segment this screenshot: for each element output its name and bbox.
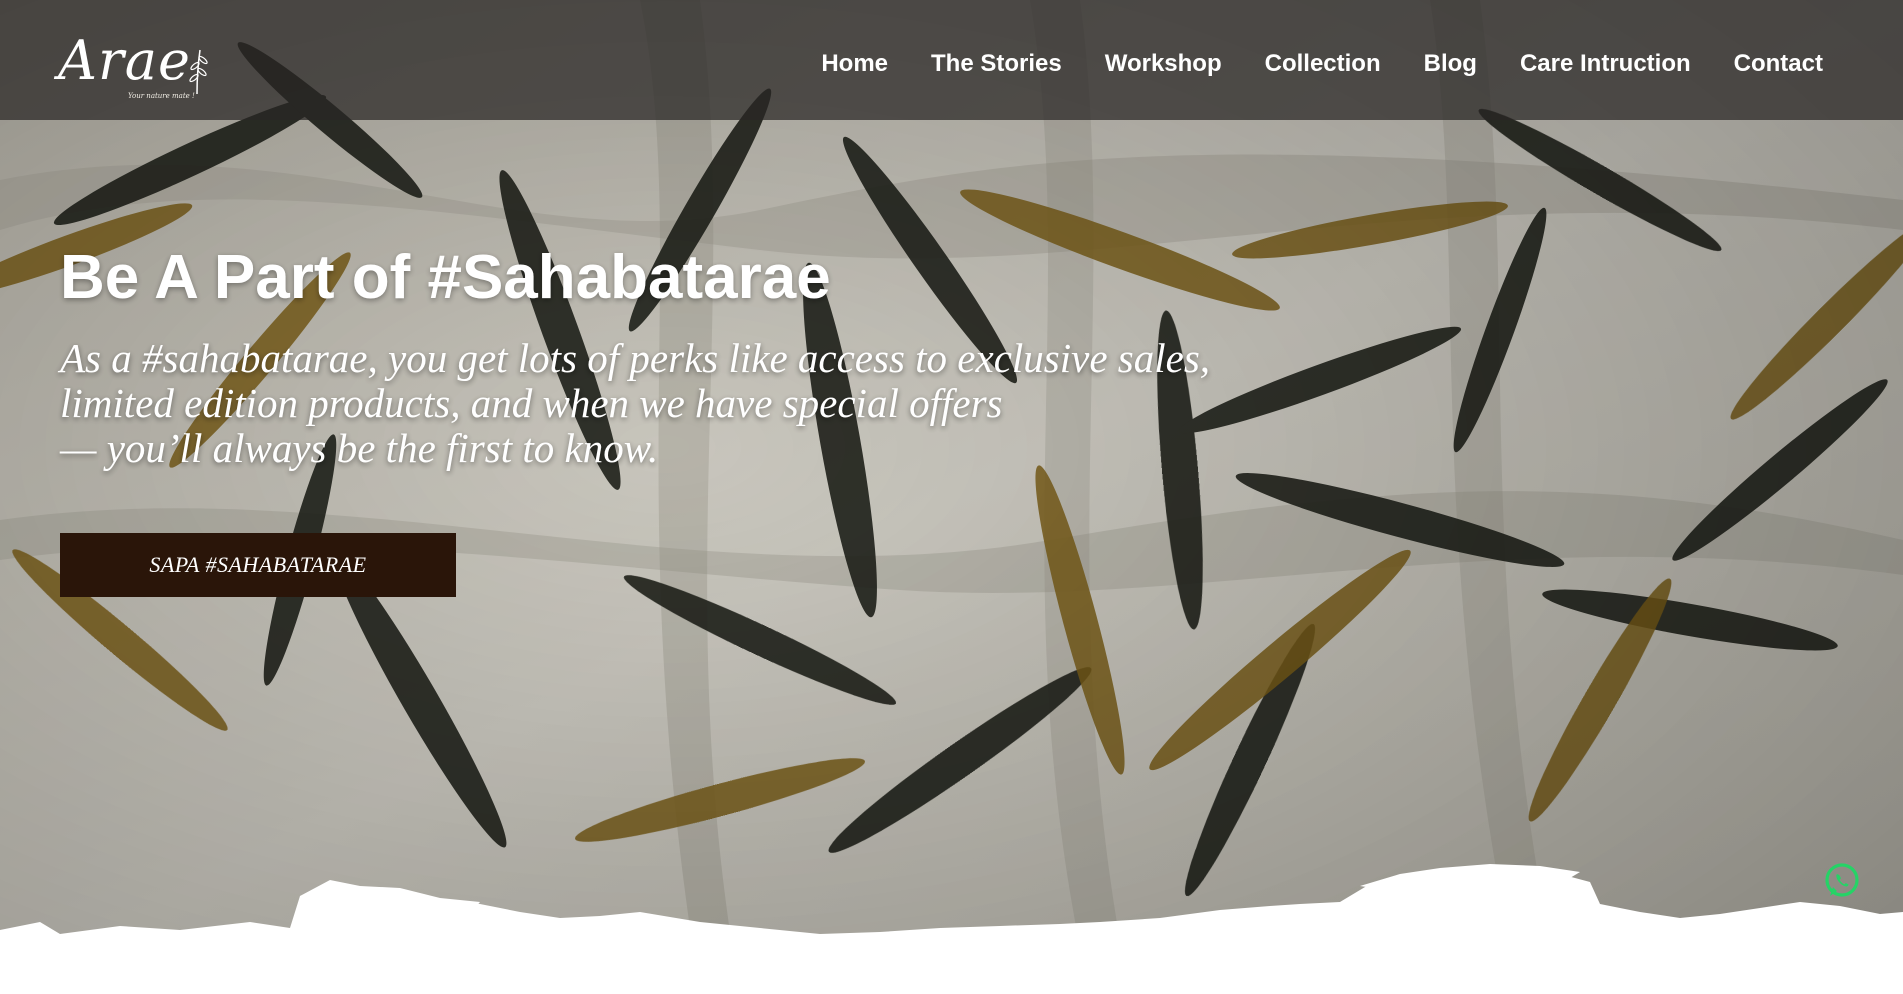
- torn-paper-divider: [0, 864, 1903, 994]
- hero-subtitle-line: — you’ll always be the first to know.: [60, 425, 659, 471]
- nav-workshop[interactable]: Workshop: [1105, 44, 1222, 84]
- hero-section: [0, 0, 1903, 994]
- brand-logo[interactable]: Arae Your nature mate !: [58, 18, 208, 108]
- hero-subtitle-line: limited edition products, and when we ha…: [60, 380, 1003, 426]
- site-header: Arae Your nature mate ! Home The Stories…: [0, 0, 1903, 120]
- hero-title: Be A Part of #Sahabatarae: [60, 243, 831, 312]
- logo-tagline: Your nature mate !: [128, 92, 195, 100]
- hero-subtitle-line: As a #sahabatarae, you get lots of perks…: [60, 335, 1211, 381]
- whatsapp-icon: [1825, 863, 1859, 897]
- nav-contact[interactable]: Contact: [1734, 44, 1823, 84]
- whatsapp-button[interactable]: [1823, 862, 1861, 900]
- nav-collection[interactable]: Collection: [1265, 44, 1381, 84]
- nav-home[interactable]: Home: [821, 44, 888, 84]
- leaf-sprig-icon: [189, 49, 208, 95]
- nav-care-instruction[interactable]: Care Intruction: [1520, 44, 1691, 84]
- nav-the-stories[interactable]: The Stories: [931, 44, 1062, 84]
- sapa-sahabatarae-button[interactable]: SAPA #SAHABATARAE: [60, 533, 456, 597]
- nav-blog[interactable]: Blog: [1424, 44, 1477, 84]
- main-navigation: Home The Stories Workshop Collection Blo…: [821, 44, 1823, 84]
- hero-subtitle: As a #sahabatarae, you get lots of perks…: [60, 336, 1240, 471]
